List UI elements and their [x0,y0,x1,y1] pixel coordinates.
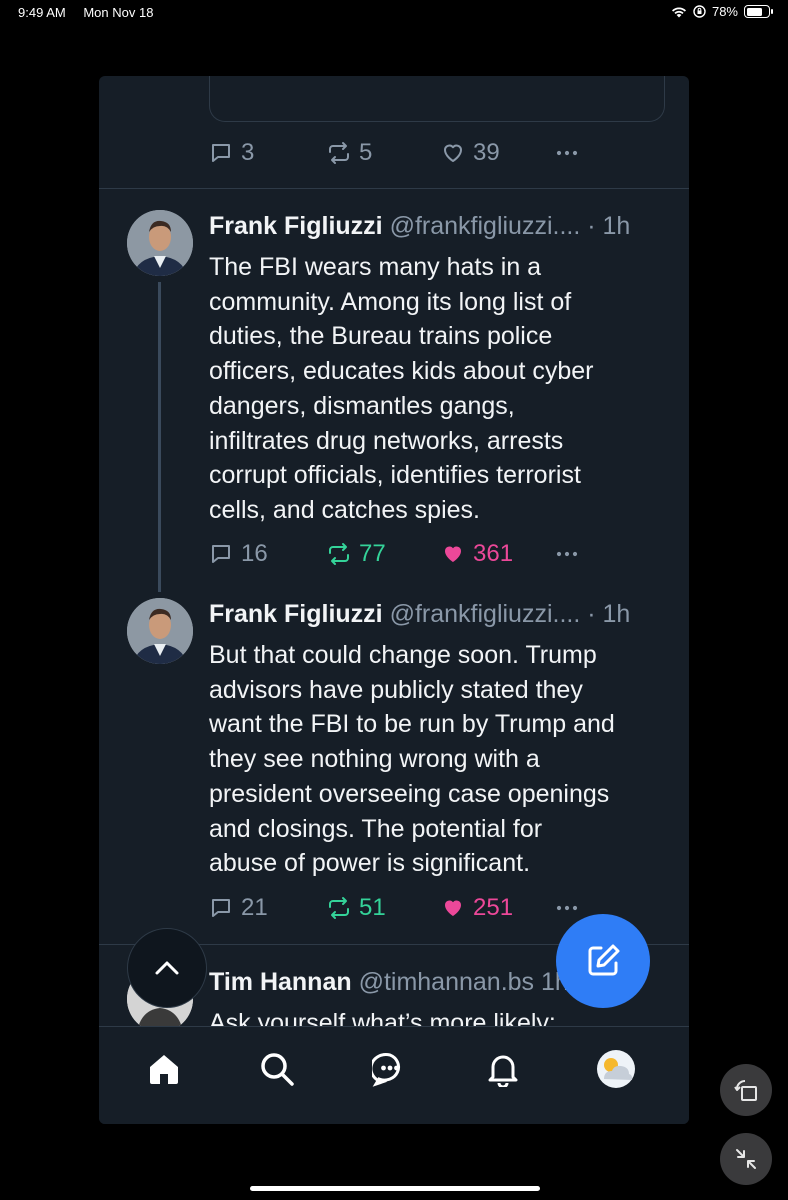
search-icon [261,1053,294,1086]
post-time: · 1h [587,600,631,628]
status-date: Mon Nov 18 [83,5,154,20]
repost-icon [329,543,349,565]
rotate-button[interactable] [720,1064,772,1116]
post-text-line: cells, and catches spies. [209,495,480,524]
scroll-to-top-button[interactable] [127,928,207,1008]
reply-count: 3 [241,139,255,166]
battery-icon [744,5,773,18]
like-count: 251 [473,894,514,921]
tab-notifications[interactable] [483,1049,523,1089]
repost-button[interactable]: 77 [327,539,386,569]
post-text-line: duties, the Bureau trains police [209,322,553,351]
ellipsis-icon [556,905,578,911]
like-button[interactable]: 361 [441,539,513,569]
repost-button[interactable]: 5 [327,138,372,168]
timeline-feed[interactable]: 3 5 39 Frank Figliuzzi @frankfigliuzzi..… [99,76,689,1026]
collapse-button[interactable] [720,1133,772,1185]
tab-bar [99,1026,689,1124]
status-bar: 9:49 AM Mon Nov 18 78% [0,0,788,26]
post-text-line: infiltrates drug networks, arrests [209,426,564,455]
ellipsis-icon [556,150,578,156]
reply-button[interactable]: 3 [209,138,254,168]
author-name[interactable]: Tim Hannan [209,968,352,996]
author-handle[interactable]: @frankfigliuzzi.... [390,600,581,628]
post-text-line: they see nothing wrong with a [209,745,540,774]
post-text-line: Ask yourself what’s more likely: [209,1009,556,1026]
rotate-icon [734,1079,757,1101]
repost-icon [329,897,349,919]
bell-icon [488,1055,518,1087]
post-text: The FBI wears many hats in a community. … [209,250,679,528]
repost-count: 5 [359,139,373,166]
heart-icon [445,546,461,562]
post-text-line: officers, educates kids about cyber [209,357,594,386]
battery-percent: 78% [711,4,738,19]
post-text-line: corrupt officials, identifies terrorist [209,461,581,490]
author-name[interactable]: Frank Figliuzzi [209,600,383,628]
post-text-line: The FBI wears many hats in a [209,253,542,281]
reply-icon [212,899,230,917]
like-button[interactable]: 251 [441,893,513,923]
reply-button[interactable]: 16 [209,539,268,569]
repost-button[interactable]: 51 [327,893,386,923]
ellipsis-icon [556,551,578,557]
tab-search[interactable] [257,1049,297,1089]
repost-count: 77 [359,540,386,567]
tab-chat[interactable] [370,1049,410,1089]
profile-avatar [597,1050,635,1088]
reply-count: 21 [241,894,268,921]
author-handle[interactable]: @timhannan.bs [359,968,534,996]
post-header: Frank Figliuzzi @frankfigliuzzi.... · 1h [209,212,630,241]
reply-icon [212,545,230,563]
like-button[interactable]: 39 [441,138,500,168]
more-options-button[interactable] [555,138,579,168]
post-divider [99,188,689,189]
like-count: 39 [473,139,500,166]
compose-icon [588,944,620,976]
collapse-icon [736,1149,756,1169]
home-icon [150,1055,178,1084]
wifi-icon [671,7,686,17]
post-text-line: community. Among its long list of [209,287,572,316]
repost-icon [329,142,349,164]
avatar[interactable] [127,598,193,664]
like-count: 361 [473,540,514,567]
post-text-line: abuse of power is significant. [209,849,531,878]
app-window: 3 5 39 Frank Figliuzzi @frankfigliuzzi..… [99,76,689,1124]
heart-icon [445,900,461,916]
embedded-card[interactable] [209,76,665,122]
post-header: Frank Figliuzzi @frankfigliuzzi.... · 1h [209,600,630,629]
post-text-line: dangers, dismantles gangs, [209,391,515,420]
heart-icon [444,144,462,162]
thread-line [158,282,161,592]
post-time: · 1h [587,212,631,240]
post-text-line: want the FBI to be run by Trump and [209,710,615,739]
author-name[interactable]: Frank Figliuzzi [209,212,383,240]
post-text-line: and closings. The potential for [209,814,543,843]
status-time: 9:49 AM [18,5,66,20]
more-options-button[interactable] [555,539,579,569]
post-header: Tim Hannan @timhannan.bs 1h [209,968,569,997]
orientation-lock-icon [693,5,706,18]
tab-profile[interactable] [596,1049,636,1089]
tab-home[interactable] [144,1049,184,1089]
post-text-line: president overseeing case openings [209,779,610,808]
post-text-line: But that could change soon. Trump [209,641,597,669]
compose-button[interactable] [556,914,650,1008]
reply-count: 16 [241,540,268,567]
home-indicator[interactable] [250,1186,540,1191]
post-text: Ask yourself what’s more likely: [209,1006,679,1026]
more-options-button[interactable] [555,893,579,923]
post-text: But that could change soon. Trump adviso… [209,638,679,881]
author-handle[interactable]: @frankfigliuzzi.... [390,212,581,240]
chevron-up-icon [155,961,179,975]
repost-count: 51 [359,894,386,921]
reply-icon [212,144,230,162]
reply-button[interactable]: 21 [209,893,268,923]
chat-icon [372,1053,400,1087]
avatar[interactable] [127,210,193,276]
post-text-line: advisors have publicly stated they [209,675,583,704]
